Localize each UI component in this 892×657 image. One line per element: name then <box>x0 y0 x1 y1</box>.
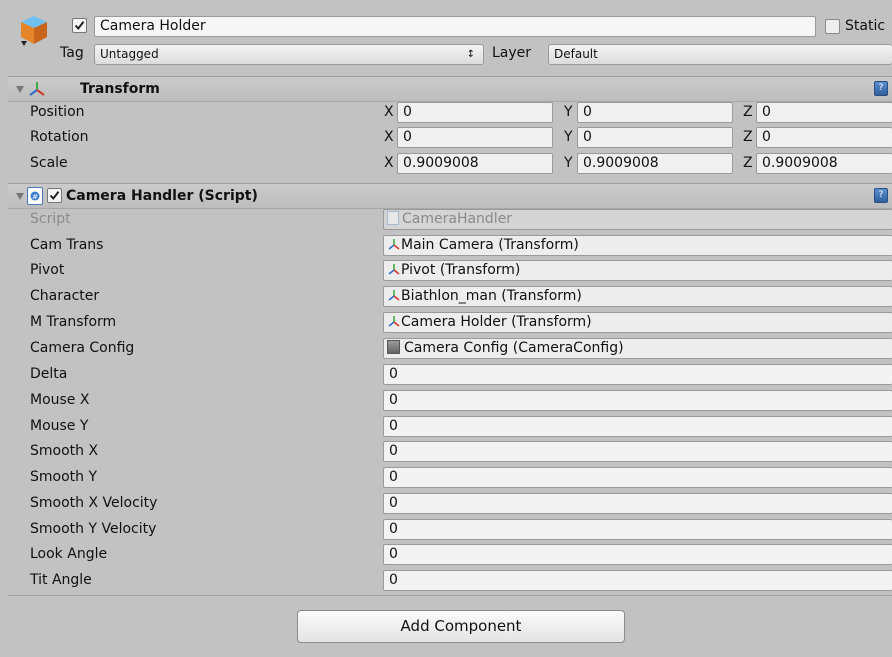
rotation-y-field[interactable]: 0 <box>577 127 733 148</box>
rotation-z-label[interactable]: Z <box>743 129 753 145</box>
scale-x-field[interactable]: 0.9009008 <box>397 153 553 174</box>
scale-y-field[interactable]: 0.9009008 <box>577 153 733 174</box>
transform-icon <box>28 80 46 102</box>
rotation-x-field[interactable]: 0 <box>397 127 553 148</box>
camera-config-value: Camera Config (CameraConfig) <box>404 340 624 356</box>
transform-icon <box>388 264 400 275</box>
layer-dropdown-value: Default <box>554 47 598 61</box>
mouse-x-label: Mouse X <box>30 392 90 408</box>
rotation-z-field[interactable]: 0 <box>756 127 892 148</box>
script-file-icon <box>387 211 399 225</box>
position-label: Position <box>30 104 85 120</box>
foldout-arrow-icon[interactable] <box>16 193 24 200</box>
camera-config-label: Camera Config <box>30 340 135 356</box>
scale-z-field[interactable]: 0.9009008 <box>756 153 892 174</box>
position-z-field[interactable]: 0 <box>756 102 892 123</box>
smooth-y-velocity-field[interactable]: 0 <box>383 519 892 540</box>
tit-angle-label: Tit Angle <box>30 572 92 588</box>
smooth-x-field[interactable]: 0 <box>383 441 892 462</box>
character-field[interactable]: Biathlon_man (Transform) <box>383 286 892 307</box>
script-value: CameraHandler <box>402 211 513 227</box>
scriptable-object-icon <box>387 340 400 354</box>
transform-icon <box>388 239 400 250</box>
camera-handler-header[interactable]: # Camera Handler (Script) ? <box>8 183 892 209</box>
transform-title: Transform <box>80 81 160 97</box>
layer-label: Layer <box>492 45 532 61</box>
smooth-x-velocity-field[interactable]: 0 <box>383 493 892 514</box>
gameobject-active-checkbox[interactable] <box>72 18 87 33</box>
m-transform-value: Camera Holder (Transform) <box>401 314 592 330</box>
gameobject-cube-icon <box>19 14 49 52</box>
dropdown-arrows-icon: ↕ <box>466 49 475 60</box>
csharp-script-icon: # <box>27 187 43 205</box>
foldout-arrow-icon[interactable] <box>16 86 24 93</box>
add-component-button[interactable]: Add Component <box>297 610 625 643</box>
smooth-x-label: Smooth X <box>30 443 99 459</box>
script-label: Script <box>30 211 71 227</box>
cam-trans-label: Cam Trans <box>30 237 104 253</box>
m-transform-field[interactable]: Camera Holder (Transform) <box>383 312 892 333</box>
smooth-y-field[interactable]: 0 <box>383 467 892 488</box>
delta-label: Delta <box>30 366 68 382</box>
scale-y-label[interactable]: Y <box>564 155 573 171</box>
mouse-y-field[interactable]: 0 <box>383 416 892 437</box>
m-transform-label: M Transform <box>30 314 117 330</box>
rotation-x-label[interactable]: X <box>384 129 394 145</box>
component-divider <box>8 595 892 596</box>
gameobject-name-field[interactable]: Camera Holder <box>94 16 816 37</box>
position-y-field[interactable]: 0 <box>577 102 733 123</box>
rotation-y-label[interactable]: Y <box>564 129 573 145</box>
character-label: Character <box>30 288 100 304</box>
scale-label: Scale <box>30 155 68 171</box>
transform-header[interactable]: Transform ? <box>8 76 892 102</box>
static-label: Static <box>845 18 886 34</box>
character-value: Biathlon_man (Transform) <box>401 288 582 304</box>
pivot-field[interactable]: Pivot (Transform) <box>383 260 892 281</box>
tit-angle-field[interactable]: 0 <box>383 570 892 591</box>
mouse-y-label: Mouse Y <box>30 418 89 434</box>
rotation-label: Rotation <box>30 129 89 145</box>
smooth-y-label: Smooth Y <box>30 469 98 485</box>
position-y-label[interactable]: Y <box>564 104 573 120</box>
transform-icon <box>388 290 400 301</box>
transform-icon <box>388 316 400 327</box>
pivot-value: Pivot (Transform) <box>401 262 521 278</box>
mouse-x-field[interactable]: 0 <box>383 390 892 411</box>
tag-label: Tag <box>60 45 84 61</box>
camera-handler-enabled-checkbox[interactable] <box>47 188 62 203</box>
smooth-x-velocity-label: Smooth X Velocity <box>30 495 158 511</box>
static-checkbox[interactable] <box>825 19 840 34</box>
svg-text:#: # <box>32 193 38 201</box>
tag-dropdown-value: Untagged <box>100 47 159 61</box>
cam-trans-value: Main Camera (Transform) <box>401 237 579 253</box>
help-icon[interactable]: ? <box>874 188 888 203</box>
smooth-y-velocity-label: Smooth Y Velocity <box>30 521 157 537</box>
camera-handler-title: Camera Handler (Script) <box>66 188 258 204</box>
cam-trans-field[interactable]: Main Camera (Transform) <box>383 235 892 256</box>
scale-z-label[interactable]: Z <box>743 155 753 171</box>
pivot-label: Pivot <box>30 262 65 278</box>
layer-dropdown[interactable]: Default <box>548 44 892 65</box>
tag-dropdown[interactable]: Untagged ↕ <box>94 44 484 65</box>
position-z-label[interactable]: Z <box>743 104 753 120</box>
look-angle-field[interactable]: 0 <box>383 544 892 565</box>
script-field: CameraHandler <box>383 209 892 230</box>
position-x-label[interactable]: X <box>384 104 394 120</box>
camera-config-field[interactable]: Camera Config (CameraConfig) <box>383 338 892 359</box>
look-angle-label: Look Angle <box>30 546 108 562</box>
scale-x-label[interactable]: X <box>384 155 394 171</box>
position-x-field[interactable]: 0 <box>397 102 553 123</box>
help-icon[interactable]: ? <box>874 81 888 96</box>
delta-field[interactable]: 0 <box>383 364 892 385</box>
